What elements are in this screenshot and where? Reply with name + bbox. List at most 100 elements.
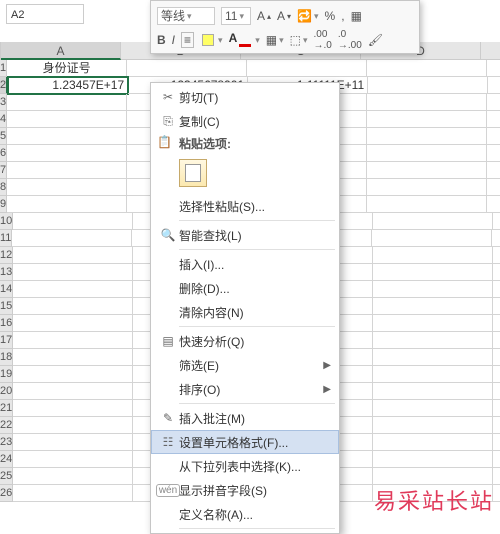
cell[interactable] bbox=[13, 247, 133, 264]
row-header[interactable]: 4 bbox=[0, 111, 7, 128]
cell[interactable] bbox=[373, 451, 493, 468]
cell[interactable] bbox=[13, 400, 133, 417]
align-center-icon[interactable]: ≡ bbox=[181, 32, 194, 48]
cell[interactable] bbox=[13, 434, 133, 451]
cell[interactable] bbox=[373, 383, 493, 400]
cell[interactable] bbox=[13, 485, 133, 502]
cell[interactable] bbox=[367, 94, 487, 111]
menu-quick-analysis[interactable]: ▤快速分析(Q) bbox=[151, 329, 339, 353]
row-header[interactable]: 6 bbox=[0, 145, 7, 162]
cell[interactable] bbox=[373, 264, 493, 281]
cell[interactable] bbox=[373, 213, 493, 230]
cell[interactable] bbox=[373, 417, 493, 434]
cell[interactable] bbox=[13, 264, 133, 281]
cell[interactable] bbox=[492, 230, 500, 247]
cell[interactable] bbox=[13, 468, 133, 485]
cell[interactable] bbox=[12, 230, 132, 247]
row-header[interactable]: 14 bbox=[0, 281, 13, 298]
cell[interactable] bbox=[487, 111, 500, 128]
merge-center-icon[interactable]: ⬚▾ bbox=[290, 33, 308, 47]
row-header[interactable]: 7 bbox=[0, 162, 7, 179]
cell[interactable] bbox=[493, 434, 500, 451]
cell[interactable] bbox=[372, 230, 492, 247]
row-header[interactable]: 18 bbox=[0, 349, 13, 366]
cell[interactable] bbox=[367, 145, 487, 162]
borders-icon[interactable]: ▦▾ bbox=[266, 33, 284, 47]
accounting-format-icon[interactable]: 🔁▾ bbox=[297, 9, 318, 23]
increase-decimal-icon[interactable]: .0→.00 bbox=[338, 29, 362, 51]
cell[interactable] bbox=[367, 128, 487, 145]
menu-format-cells[interactable]: ☷设置单元格格式(F)... bbox=[151, 430, 339, 454]
cell[interactable] bbox=[373, 400, 493, 417]
italic-button[interactable]: I bbox=[172, 33, 175, 47]
menu-define-name[interactable]: 定义名称(A)... bbox=[151, 502, 339, 526]
menu-smart-lookup[interactable]: 🔍智能查找(L) bbox=[151, 223, 339, 247]
menu-sort[interactable]: 排序(O)▶ bbox=[151, 377, 339, 401]
row-header[interactable]: 11 bbox=[0, 230, 12, 247]
row-header[interactable]: 22 bbox=[0, 417, 13, 434]
cell[interactable] bbox=[493, 417, 500, 434]
cell[interactable] bbox=[367, 111, 487, 128]
menu-delete[interactable]: 删除(D)... bbox=[151, 276, 339, 300]
cell[interactable] bbox=[13, 298, 133, 315]
cell[interactable] bbox=[493, 383, 500, 400]
menu-filter[interactable]: 筛选(E)▶ bbox=[151, 353, 339, 377]
font-name-select[interactable]: 等线▾ bbox=[157, 7, 215, 25]
cell[interactable] bbox=[493, 213, 500, 230]
cell[interactable] bbox=[13, 315, 133, 332]
font-color-icon[interactable]: A▾ bbox=[229, 31, 260, 49]
row-header[interactable]: 23 bbox=[0, 434, 13, 451]
cell[interactable] bbox=[493, 298, 500, 315]
cell[interactable] bbox=[493, 332, 500, 349]
cell[interactable]: 1.23457E+17 bbox=[8, 77, 128, 94]
cell[interactable] bbox=[367, 162, 487, 179]
row-header[interactable]: 24 bbox=[0, 451, 13, 468]
row-header[interactable]: 16 bbox=[0, 315, 13, 332]
menu-pick-from-list[interactable]: 从下拉列表中选择(K)... bbox=[151, 454, 339, 478]
row-header[interactable]: 2 bbox=[0, 77, 8, 94]
col-header-a[interactable]: A bbox=[1, 42, 121, 60]
row-header[interactable]: 13 bbox=[0, 264, 13, 281]
paste-option-default[interactable] bbox=[151, 155, 339, 194]
format-painter-icon[interactable]: 🖌 bbox=[368, 33, 383, 47]
format-cells-icon[interactable]: ▦ bbox=[351, 9, 362, 23]
menu-clear-contents[interactable]: 清除内容(N) bbox=[151, 300, 339, 324]
row-header[interactable]: 3 bbox=[0, 94, 7, 111]
cell[interactable] bbox=[493, 315, 500, 332]
cell[interactable] bbox=[487, 162, 500, 179]
cell[interactable] bbox=[493, 264, 500, 281]
cell[interactable] bbox=[493, 468, 500, 485]
menu-copy[interactable]: ⎘复制(C) bbox=[151, 109, 339, 133]
increase-font-icon[interactable]: A▴ bbox=[257, 9, 271, 23]
row-header[interactable]: 12 bbox=[0, 247, 13, 264]
cell[interactable] bbox=[487, 60, 500, 77]
cell[interactable] bbox=[493, 400, 500, 417]
cell[interactable] bbox=[13, 213, 133, 230]
cell[interactable] bbox=[487, 179, 500, 196]
row-header[interactable]: 5 bbox=[0, 128, 7, 145]
cell[interactable] bbox=[7, 196, 127, 213]
fill-color-icon[interactable]: ▾ bbox=[200, 32, 223, 48]
cell[interactable] bbox=[487, 128, 500, 145]
name-box[interactable]: A2 bbox=[6, 4, 84, 24]
font-size-select[interactable]: 11▾ bbox=[221, 7, 251, 25]
decrease-decimal-icon[interactable]: .00→.0 bbox=[314, 29, 332, 51]
cell[interactable] bbox=[373, 247, 493, 264]
comma-format-icon[interactable]: , bbox=[341, 9, 344, 23]
cell[interactable] bbox=[368, 77, 488, 94]
cell[interactable] bbox=[487, 196, 500, 213]
cell[interactable] bbox=[373, 281, 493, 298]
row-header[interactable]: 15 bbox=[0, 298, 13, 315]
cell[interactable] bbox=[373, 349, 493, 366]
cell[interactable] bbox=[13, 383, 133, 400]
cell[interactable] bbox=[13, 332, 133, 349]
menu-insert-comment[interactable]: ✎插入批注(M) bbox=[151, 406, 339, 430]
cell[interactable] bbox=[373, 298, 493, 315]
row-header[interactable]: 9 bbox=[0, 196, 7, 213]
menu-show-phonetic[interactable]: wén显示拼音字段(S) bbox=[151, 478, 339, 502]
cell[interactable] bbox=[493, 281, 500, 298]
bold-button[interactable]: B bbox=[157, 33, 166, 47]
cell[interactable] bbox=[488, 77, 500, 94]
row-header[interactable]: 8 bbox=[0, 179, 7, 196]
cell[interactable] bbox=[493, 247, 500, 264]
